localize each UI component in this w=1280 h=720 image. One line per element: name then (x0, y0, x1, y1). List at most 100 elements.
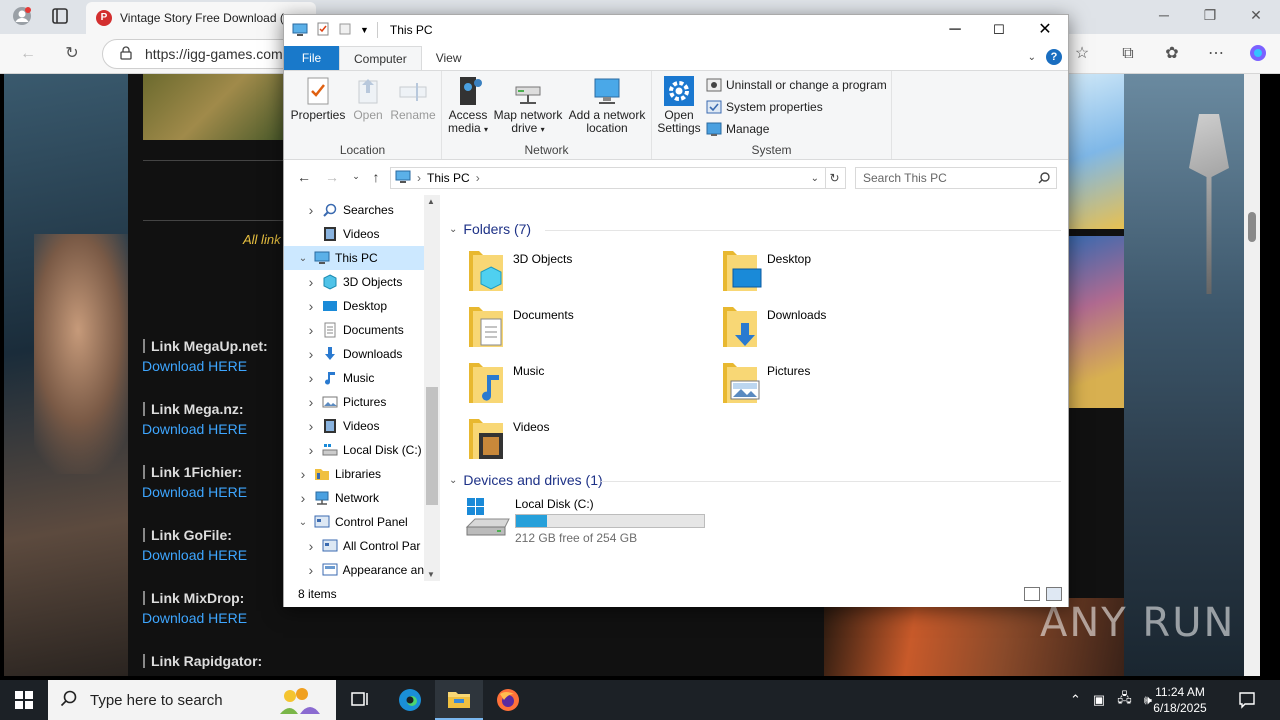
browser-close-button[interactable]: ✕ (1246, 7, 1266, 24)
chevron-right-icon[interactable]: › (304, 346, 318, 362)
page-scrollbar[interactable] (1244, 74, 1260, 676)
chevron-right-icon[interactable]: › (296, 466, 310, 482)
download-link-1fichier[interactable]: Download HERE (142, 484, 247, 500)
minimize-button[interactable]: ─ (932, 15, 978, 45)
customize-qa-icon[interactable]: ▼ (360, 25, 369, 35)
folder-documents[interactable]: Documents (465, 303, 705, 351)
network-icon[interactable]: 🖧 (1117, 689, 1132, 711)
task-view-button[interactable] (336, 680, 384, 720)
start-button[interactable] (0, 680, 48, 720)
folders-group-header[interactable]: ⌄ Folders (7) (449, 221, 531, 237)
folder-3d-objects[interactable]: 3D Objects (465, 247, 705, 295)
map-network-drive-button[interactable]: Map network drive ▾ (492, 75, 564, 136)
chevron-right-icon[interactable]: › (304, 370, 318, 386)
copilot-icon[interactable] (1248, 44, 1268, 68)
system-properties-button[interactable]: System properties (706, 99, 823, 115)
tree-item-videos[interactable]: Videos (284, 222, 424, 246)
close-button[interactable]: ✕ (1022, 15, 1068, 45)
tree-item-this-pc[interactable]: ⌄ This PC (284, 246, 424, 270)
back-button[interactable]: ← (294, 169, 314, 187)
open-settings-button[interactable]: Open Settings (656, 75, 702, 135)
tree-item-appearance-an[interactable]: › Appearance an (284, 558, 424, 581)
tree-item-pictures[interactable]: › Pictures (284, 390, 424, 414)
tab-view[interactable]: View (422, 46, 476, 70)
file-explorer-taskbar-icon[interactable] (435, 680, 483, 720)
local-disk-item[interactable]: Local Disk (C:) 212 GB free of 254 GB (465, 497, 765, 545)
navigation-pane-scrollbar[interactable]: ▲ ▼ (424, 195, 440, 581)
folder-downloads[interactable]: Downloads (719, 303, 959, 351)
open-button[interactable]: Open (348, 75, 388, 122)
address-field[interactable]: › This PC › ⌄ (390, 167, 826, 189)
ad-banner[interactable] (1069, 74, 1124, 229)
expand-ribbon-icon[interactable]: ⌄ (1028, 52, 1036, 63)
chevron-right-icon[interactable]: › (304, 442, 318, 458)
search-box[interactable]: Search This PC (855, 167, 1057, 189)
edge-taskbar-icon[interactable] (386, 680, 434, 720)
help-icon[interactable]: ? (1046, 49, 1062, 65)
tab-actions-icon[interactable] (50, 7, 70, 31)
chevron-right-icon[interactable]: › (296, 490, 310, 506)
folder-pictures[interactable]: Pictures (719, 359, 959, 407)
tree-item-3d-objects[interactable]: › 3D Objects (284, 270, 424, 294)
tree-item-control-panel[interactable]: ⌄ Control Panel (284, 510, 424, 534)
up-button[interactable]: ↑ (366, 169, 386, 187)
address-dropdown-icon[interactable]: ⌄ (811, 173, 819, 184)
scroll-up-icon[interactable]: ▲ (427, 197, 435, 206)
manage-button[interactable]: Manage (706, 121, 769, 137)
ad-banner[interactable] (1069, 236, 1124, 408)
large-icons-view-icon[interactable] (1046, 587, 1062, 601)
refresh-button[interactable]: ↻ (824, 167, 846, 189)
browser-tab[interactable]: P Vintage Story Free Download (v (86, 2, 316, 34)
download-link-megaup[interactable]: Download HERE (142, 358, 247, 374)
chevron-down-icon[interactable]: ⌄ (296, 517, 310, 528)
tree-item-local-disk-c[interactable]: › Local Disk (C:) (284, 438, 424, 462)
download-link-mega[interactable]: Download HERE (142, 421, 247, 437)
forward-button[interactable]: → (322, 169, 342, 187)
reload-icon[interactable]: ↻ (62, 44, 82, 64)
breadcrumb-this-pc[interactable]: This PC (427, 171, 470, 185)
folder-videos[interactable]: Videos (465, 415, 705, 463)
download-link-mixdrop[interactable]: Download HERE (142, 610, 247, 626)
browser-minimize-button[interactable]: ─ (1154, 7, 1174, 23)
rename-button[interactable]: Rename (390, 75, 436, 122)
chevron-right-icon[interactable]: › (304, 562, 318, 578)
device-icon[interactable]: ▣ (1093, 692, 1105, 708)
more-icon[interactable]: ⋯ (1206, 44, 1226, 64)
chevron-right-icon[interactable]: › (304, 418, 318, 434)
chevron-right-icon[interactable]: › (304, 202, 318, 218)
new-folder-qa-icon[interactable] (338, 22, 352, 39)
back-icon[interactable]: ← (18, 44, 38, 64)
properties-button[interactable]: Properties (290, 75, 346, 122)
folder-music[interactable]: Music (465, 359, 705, 407)
clock[interactable]: 11:24 AM 6/18/2025 (1140, 684, 1220, 716)
chevron-right-icon[interactable]: › (304, 274, 318, 290)
taskbar-search[interactable]: Type here to search (48, 680, 336, 720)
tree-item-music[interactable]: › Music (284, 366, 424, 390)
chevron-down-icon[interactable]: ⌄ (296, 253, 310, 264)
show-hidden-icons-icon[interactable]: ⌃ (1070, 692, 1081, 708)
tree-item-network[interactable]: › Network (284, 486, 424, 510)
chevron-right-icon[interactable]: › (304, 394, 318, 410)
tree-item-downloads[interactable]: › Downloads (284, 342, 424, 366)
properties-qa-icon[interactable] (316, 22, 330, 39)
chevron-right-icon[interactable]: › (304, 298, 318, 314)
tab-computer[interactable]: Computer (339, 46, 422, 70)
tree-item-videos[interactable]: › Videos (284, 414, 424, 438)
chevron-right-icon[interactable]: › (304, 322, 318, 338)
tree-item-desktop[interactable]: › Desktop (284, 294, 424, 318)
extensions-icon[interactable]: ✿ (1162, 44, 1182, 64)
collections-icon[interactable]: ⧉ (1118, 44, 1138, 64)
download-link-gofile[interactable]: Download HERE (142, 547, 247, 563)
profile-icon[interactable] (12, 6, 32, 32)
firefox-taskbar-icon[interactable] (484, 680, 532, 720)
uninstall-program-button[interactable]: Uninstall or change a program (706, 77, 887, 93)
tree-item-all-control-par[interactable]: › All Control Par (284, 534, 424, 558)
details-view-icon[interactable] (1024, 587, 1040, 601)
tree-item-documents[interactable]: › Documents (284, 318, 424, 342)
scroll-down-icon[interactable]: ▼ (427, 570, 435, 579)
recent-locations-button[interactable]: ⌄ (346, 171, 366, 189)
navigation-pane-scroll-thumb[interactable] (426, 387, 438, 505)
tree-item-libraries[interactable]: › Libraries (284, 462, 424, 486)
maximize-button[interactable]: ☐ (976, 15, 1022, 45)
folder-desktop[interactable]: Desktop (719, 247, 959, 295)
